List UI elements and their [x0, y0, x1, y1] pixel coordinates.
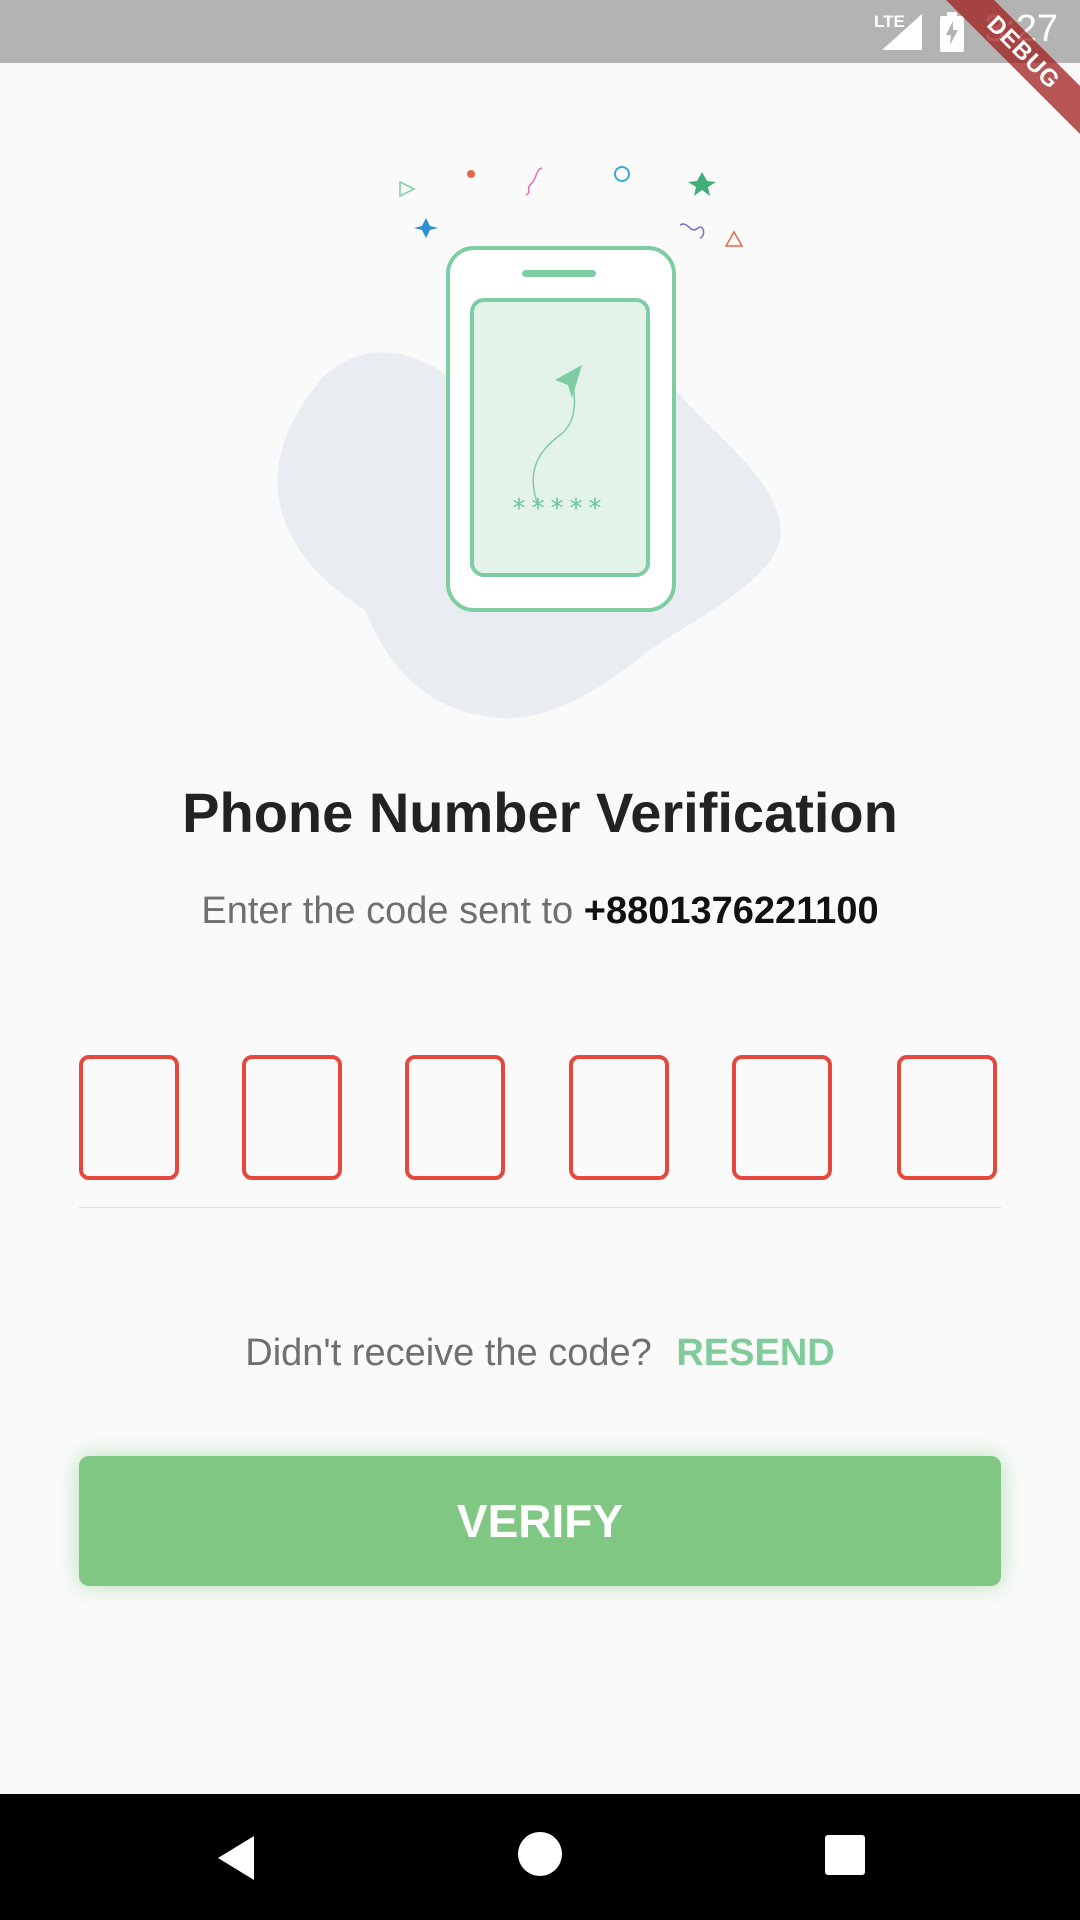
otp-digit-2[interactable]: [242, 1055, 342, 1180]
confetti-dot-icon: [467, 170, 475, 178]
confetti-wave-icon: [679, 223, 705, 239]
confetti-star-blue-icon: [414, 218, 438, 238]
otp-digit-6[interactable]: [897, 1055, 997, 1180]
navigation-bar: [0, 1794, 1080, 1920]
phone-speaker: [522, 270, 596, 277]
phone-verification-illustration: *****: [277, 166, 781, 719]
resend-button[interactable]: RESEND: [676, 1332, 834, 1374]
phone-screen: [470, 298, 650, 577]
home-icon[interactable]: [516, 1830, 564, 1878]
otp-underline: [79, 1207, 1001, 1208]
code-mask: *****: [513, 494, 608, 524]
confetti-triangle-red-icon: [724, 230, 744, 247]
back-icon[interactable]: [214, 1834, 258, 1882]
status-time: 3:27: [984, 8, 1058, 50]
confetti-squiggle-icon: [525, 167, 543, 196]
recents-icon[interactable]: [824, 1834, 866, 1876]
otp-digit-5[interactable]: [732, 1055, 832, 1180]
page-title: Phone Number Verification: [182, 781, 898, 844]
resend-prompt: Didn't receive the code?: [245, 1332, 652, 1374]
battery-charging-icon: [940, 12, 964, 52]
confetti-triangle-icon: [399, 180, 416, 198]
subtitle-prefix: Enter the code sent to: [201, 890, 584, 932]
signal-icon: [882, 14, 922, 50]
resend-row: Didn't receive the code? RESEND: [0, 1332, 1080, 1375]
confetti-star-icon: [688, 172, 716, 196]
otp-digit-1[interactable]: [79, 1055, 179, 1180]
confetti-circle-icon: [614, 166, 630, 182]
status-bar: LTE 3:27: [0, 0, 1080, 63]
otp-input-row: [79, 1055, 1001, 1185]
phone-number: +8801376221100: [583, 890, 879, 932]
verify-button[interactable]: VERIFY: [79, 1456, 1001, 1586]
verification-subtitle: Enter the code sent to +8801376221100: [0, 890, 1080, 933]
otp-digit-3[interactable]: [405, 1055, 505, 1180]
otp-digit-4[interactable]: [569, 1055, 669, 1180]
